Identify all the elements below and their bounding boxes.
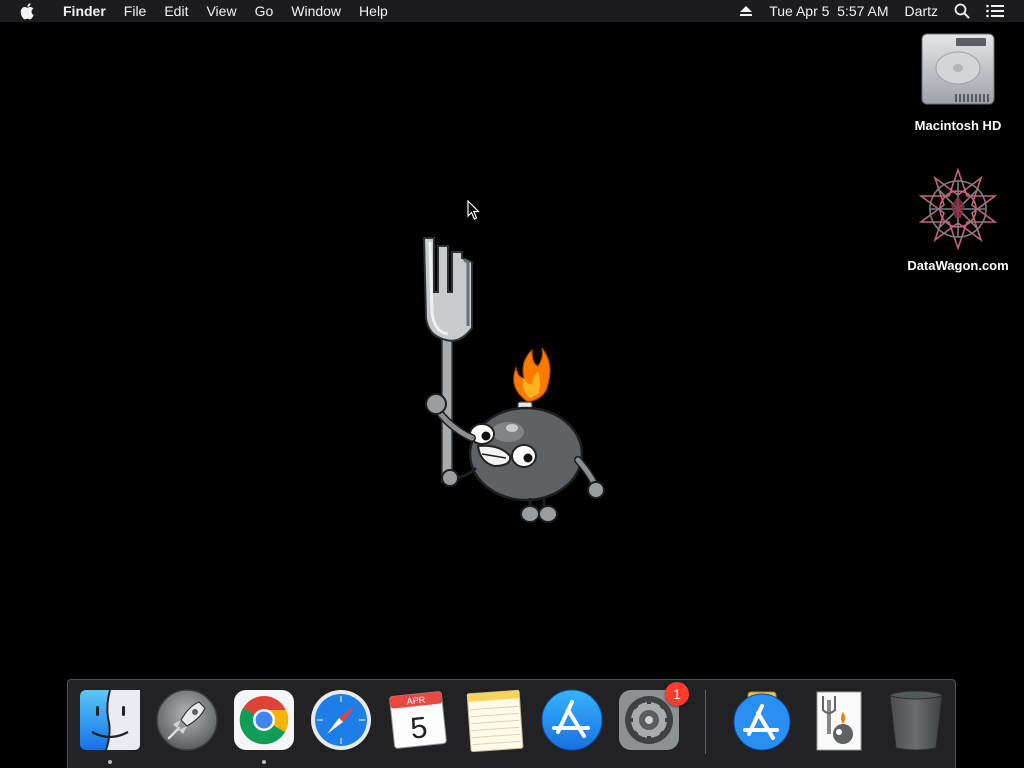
finder-icon: [80, 689, 140, 751]
trash-icon: [889, 690, 943, 751]
bomb-mascot-wallpaper: [422, 237, 605, 523]
menu-bar-left: Finder File Edit View Go Window Help: [0, 0, 397, 22]
dock-system-preferences[interactable]: 1: [617, 682, 689, 752]
menu-bar: Finder File Edit View Go Window Help Tue…: [0, 0, 1024, 22]
dock-trash[interactable]: [884, 688, 948, 752]
notification-center-icon[interactable]: [978, 4, 1012, 18]
dock-calendar[interactable]: APR 5: [386, 688, 450, 752]
app-store-folder-icon: [733, 691, 791, 751]
launchpad-rocket-icon: [156, 689, 218, 751]
dock-finder[interactable]: [78, 688, 142, 764]
calendar-icon: APR 5: [389, 691, 447, 749]
running-indicator: [262, 760, 266, 764]
flame-icon: [513, 347, 551, 403]
running-indicator: [108, 760, 112, 764]
menu-bar-status: Tue Apr 5 5:57 AM Dartz: [731, 0, 1024, 22]
menu-app-finder[interactable]: Finder: [54, 0, 115, 22]
menu-file[interactable]: File: [115, 0, 156, 22]
dock-launchpad[interactable]: [155, 688, 219, 752]
menu-window[interactable]: Window: [282, 0, 350, 22]
calendar-day: 5: [409, 711, 429, 746]
menu-view[interactable]: View: [197, 0, 245, 22]
dock-chrome[interactable]: [232, 688, 296, 764]
menu-help[interactable]: Help: [350, 0, 397, 22]
dock-safari[interactable]: [309, 688, 373, 752]
spotlight-search-icon[interactable]: [946, 3, 978, 19]
dock: APR 5 1: [67, 679, 956, 768]
desktop-icon-label: Macintosh HD: [914, 118, 1002, 133]
desktop-icon-macintosh-hd[interactable]: Macintosh HD: [898, 30, 1018, 133]
dock-image-file[interactable]: [807, 688, 871, 752]
dock-downloads-stack[interactable]: [730, 688, 794, 752]
chrome-icon: [234, 690, 294, 750]
safari-compass-icon: [311, 690, 371, 750]
desktop-icon-datawagon[interactable]: DataWagon.com: [898, 166, 1018, 273]
notification-badge: 1: [665, 682, 689, 706]
fork-icon: [422, 237, 473, 483]
datawagon-star-icon: [918, 167, 998, 251]
desktop: Finder File Edit View Go Window Help Tue…: [0, 0, 1024, 768]
eject-icon[interactable]: [731, 5, 761, 17]
apple-logo-icon[interactable]: [18, 0, 38, 22]
user-name[interactable]: Dartz: [897, 0, 946, 22]
mouse-cursor-icon: [467, 200, 480, 220]
menu-edit[interactable]: Edit: [155, 0, 197, 22]
dock-notes[interactable]: [463, 688, 527, 753]
desktop-icon-label: DataWagon.com: [907, 258, 1009, 273]
dock-separator: [705, 690, 706, 754]
calendar-month: APR: [406, 695, 426, 707]
app-store-icon: [541, 689, 603, 751]
menu-go[interactable]: Go: [246, 0, 283, 22]
clock[interactable]: Tue Apr 5 5:57 AM: [761, 0, 896, 22]
bomb-thumbnail-icon: [816, 691, 862, 751]
notes-icon: [466, 689, 524, 753]
hard-drive-icon: [921, 33, 995, 105]
dock-app-store[interactable]: [540, 688, 604, 752]
